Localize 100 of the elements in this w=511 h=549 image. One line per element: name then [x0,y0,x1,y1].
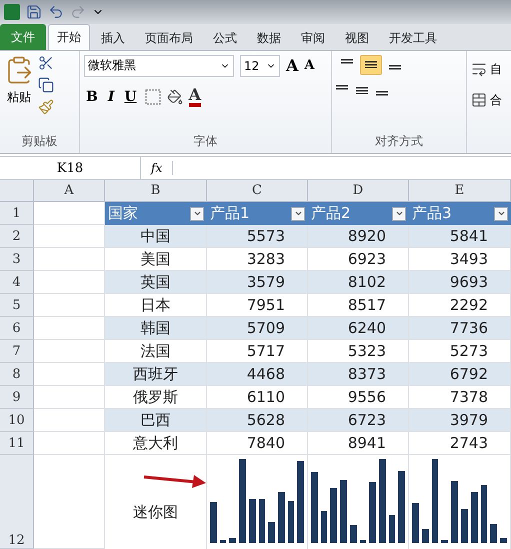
ribbon-tab[interactable]: 数据 [248,26,290,50]
filter-button[interactable] [190,206,204,220]
copy-icon[interactable] [38,76,54,93]
sparkline-bar [311,472,318,543]
sparkline-label: 迷你图 [133,502,178,522]
merge-cells-icon [471,92,487,108]
align-bottom-icon [376,91,388,96]
wrap-text-button[interactable]: 自 [471,60,502,78]
undo-icon[interactable] [48,4,64,20]
sparkline-bar [480,485,488,543]
ribbon-tab[interactable]: 插入 [92,26,134,50]
sparkline-bar [490,524,498,543]
column-header[interactable]: E [409,180,511,202]
table-cell: 9556 [308,386,409,409]
sparkline-bar [388,515,396,543]
table-cell: 6723 [308,409,409,432]
column-header[interactable]: D [308,180,409,202]
table-cell: 8920 [308,225,409,248]
wrap-text-icon [471,61,487,78]
save-icon[interactable] [26,4,42,20]
table-cell: 西班牙 [105,363,207,386]
column-header[interactable]: C [207,180,308,202]
align-middle-icon [356,86,368,94]
row-header[interactable]: 10 [0,409,34,432]
ribbon-tab[interactable]: 文件 [0,24,46,50]
table-cell: 6792 [409,363,511,386]
group-label: 对齐方式 [374,133,424,150]
font-name-field[interactable]: 微软雅黑 [84,54,234,77]
sparkline-bar [441,540,448,543]
row-header[interactable]: 11 [0,432,34,455]
ribbon-tab[interactable]: 页面布局 [136,26,202,50]
row-header[interactable]: 8 [0,363,34,386]
ribbon-tab[interactable]: 公式 [204,26,246,50]
row-header[interactable]: 9 [0,386,34,409]
filter-button[interactable] [291,206,305,220]
grow-font-button[interactable]: A [286,56,298,76]
align-bottom-icon [389,65,401,70]
table-cell: 4468 [207,363,308,386]
sparkline-bar [330,488,338,543]
sparkline-bar [350,524,357,543]
table-cell: 法国 [105,340,207,363]
underline-button[interactable]: U [122,88,139,105]
row-header[interactable]: 7 [0,340,34,363]
caret-icon [496,209,506,218]
bold-button[interactable]: B [84,88,100,105]
caret-icon [394,209,404,218]
row-header[interactable]: 12 [0,455,34,549]
fill-color-icon[interactable] [166,88,183,105]
table-cell: 5573 [207,225,308,248]
format-painter-icon[interactable] [38,98,54,115]
shrink-font-button[interactable]: A [304,58,315,74]
ribbon-tab[interactable]: 开发工具 [380,26,446,50]
ribbon-tab[interactable]: 开始 [48,24,90,50]
column-header[interactable]: A [34,180,105,202]
row-header[interactable]: 5 [0,294,34,317]
table-cell: 5717 [207,340,308,363]
table-cell: 9693 [409,271,511,294]
filter-button[interactable] [494,206,508,220]
ribbon-tab[interactable]: 审阅 [292,26,334,50]
table-cell: 5628 [207,409,308,432]
sparkline-bar [220,540,226,543]
table-cell: 3579 [207,271,308,294]
sparkline-bar [412,502,419,543]
sparkline-bar [268,522,275,543]
table-cell: 3283 [207,248,308,271]
name-box[interactable]: K18 [0,157,141,179]
font-size-field[interactable]: 12 [240,54,280,77]
filter-button[interactable] [392,206,406,220]
table-cell: 8941 [308,432,409,455]
table-cell: 5709 [207,317,308,340]
font-color-button[interactable]: A [188,86,202,107]
table-header-cell: 产品2 [308,202,409,225]
table-cell: 英国 [105,271,207,294]
table-cell: 6240 [308,317,409,340]
row-header[interactable]: 2 [0,225,34,248]
italic-button[interactable]: I [106,88,116,105]
row-header[interactable]: 6 [0,317,34,340]
merge-button[interactable]: 合 [471,92,502,109]
align-middle-icon [365,60,377,68]
vertical-align-button[interactable] [360,54,382,75]
row-header[interactable]: 1 [0,202,34,225]
table-header-cell: 产品1 [207,202,308,225]
row-header[interactable]: 4 [0,271,34,294]
sparkline-bar [398,471,406,543]
row-header[interactable]: 3 [0,248,34,271]
column-header[interactable]: B [105,180,207,202]
cut-icon[interactable] [38,54,54,71]
sparkline-bar [288,500,294,543]
insert-function-button[interactable]: fx [141,161,174,176]
ribbon-tab[interactable]: 视图 [336,26,378,50]
table-header-cell: 国家 [105,202,207,225]
caret-icon [192,209,202,218]
table-cell: 美国 [105,248,207,271]
table-cell: 6110 [207,386,308,409]
border-icon[interactable] [144,88,161,105]
table-cell: 5841 [409,225,511,248]
sparkline-bar [369,482,376,543]
paste-button[interactable]: 粘贴 [4,54,34,134]
sparkline-bar [258,499,266,543]
table-header-cell: 产品3 [409,202,511,225]
